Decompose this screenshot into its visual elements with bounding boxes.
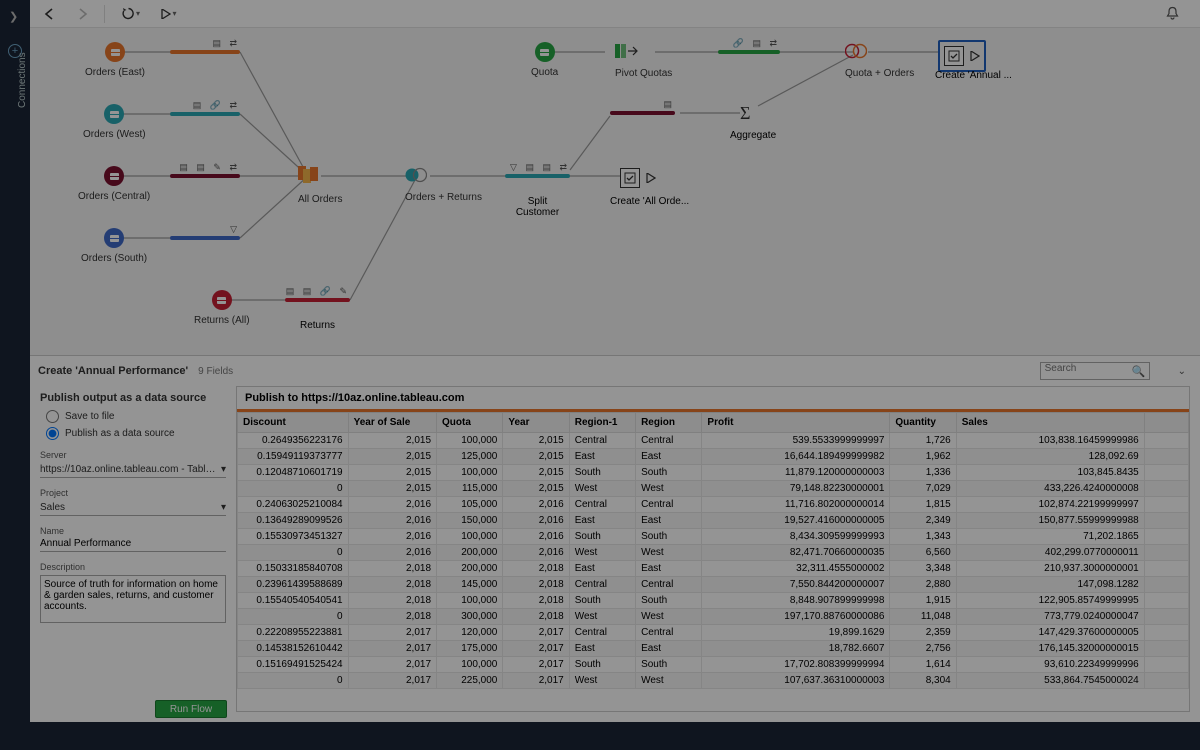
desc-label: Description	[40, 562, 226, 572]
pane-title: Create 'Annual Performance'	[38, 365, 188, 377]
step-east[interactable]: ▤ ⇄	[170, 50, 240, 54]
table-row[interactable]: 0.239614395886892,018145,0002,018Central…	[238, 577, 1189, 593]
output-icon	[944, 46, 964, 66]
step-quota-clean[interactable]: 🔗 ▤ ⇄	[718, 50, 780, 54]
name-label: Name	[40, 526, 226, 536]
search-icon: 🔍	[1132, 365, 1146, 378]
run-flow-button[interactable]: Run Flow	[155, 700, 227, 718]
col-header[interactable]: Year	[503, 413, 569, 433]
step-split-customer[interactable]: ▽ ▤ ▤ ⇄Split Customer	[505, 174, 570, 218]
output-icon	[620, 168, 640, 188]
play-icon[interactable]	[646, 173, 656, 183]
table-row[interactable]: 0.120487106017192,015100,0002,015SouthSo…	[238, 465, 1189, 481]
node-quota-orders[interactable]: Quota + Orders	[845, 43, 914, 79]
aggregate-icon[interactable]: Σ	[740, 103, 750, 124]
step-central[interactable]: ▤ ▤ ✎ ⇄	[170, 174, 240, 178]
refresh-button[interactable]: ▾	[119, 2, 143, 26]
collapse-pane-icon[interactable]: ⌄	[1178, 366, 1186, 377]
node-all-orders[interactable]: All Orders	[298, 166, 342, 205]
radio-publish[interactable]: Publish as a data source	[46, 427, 226, 440]
field-count: 9 Fields	[198, 366, 233, 377]
run-button[interactable]: ▾	[157, 2, 181, 26]
node-orders-west[interactable]: Orders (West)	[83, 104, 146, 140]
col-header[interactable]: Region-1	[569, 413, 635, 433]
table-row[interactable]: 0.136492890995262,016150,0002,016EastEas…	[238, 513, 1189, 529]
table-row[interactable]: 02,017225,0002,017WestWest107,637.363100…	[238, 673, 1189, 689]
preview-table[interactable]: DiscountYear of SaleQuotaYearRegion-1Reg…	[237, 412, 1189, 689]
search-box[interactable]: 🔍	[1040, 362, 1150, 380]
search-input[interactable]	[1045, 363, 1125, 374]
play-icon[interactable]	[970, 51, 980, 61]
col-header[interactable]: Profit	[702, 413, 890, 433]
table-row[interactable]: 0.151694915254242,017100,0002,017SouthSo…	[238, 657, 1189, 673]
table-row[interactable]: 0.159491193737772,015125,0002,015EastEas…	[238, 449, 1189, 465]
node-orders-south[interactable]: Orders (South)	[81, 228, 147, 264]
status-bar	[0, 722, 1200, 750]
output-create-all-orders[interactable]	[620, 168, 656, 188]
step-returns[interactable]: ▤ ▤ 🔗 ✎Returns	[285, 298, 350, 331]
table-row[interactable]: 0.150331858407082,018200,0002,018EastEas…	[238, 561, 1189, 577]
col-header[interactable]: Discount	[238, 413, 349, 433]
step-south[interactable]: ▽	[170, 236, 240, 240]
node-orders-returns[interactable]: Orders + Returns	[405, 167, 482, 203]
forward-button[interactable]	[70, 2, 94, 26]
table-row[interactable]: 0.240630252100842,016105,0002,016Central…	[238, 497, 1189, 513]
toolbar: ▾ ▾	[30, 0, 1200, 28]
back-button[interactable]	[38, 2, 62, 26]
expand-sidebar-icon[interactable]: ❯	[9, 10, 18, 23]
table-row[interactable]: 02,015115,0002,015WestWest79,148.8223000…	[238, 481, 1189, 497]
node-returns-all[interactable]: Returns (All)	[194, 290, 250, 326]
connections-sidebar: ❯ + Connections	[0, 0, 30, 722]
step-west[interactable]: ▤ 🔗 ⇄	[170, 112, 240, 116]
step-preagg[interactable]: ▤	[610, 111, 675, 115]
table-row[interactable]: 0.155309734513272,016100,0002,016SouthSo…	[238, 529, 1189, 545]
output-annual-label: Create 'Annual ...	[935, 70, 1012, 81]
table-row[interactable]: 0.155405405405412,018100,0002,018SouthSo…	[238, 593, 1189, 609]
col-header[interactable]: Quantity	[890, 413, 956, 433]
node-orders-east[interactable]: Orders (East)	[85, 42, 145, 78]
col-header[interactable]: Quota	[437, 413, 503, 433]
server-select[interactable]: https://10az.online.tableau.com - Tablea…	[40, 462, 226, 478]
project-select[interactable]: Sales▾	[40, 500, 226, 516]
publish-form: Publish output as a data source Save to …	[30, 386, 236, 722]
notifications-icon[interactable]	[1160, 2, 1184, 26]
col-header[interactable]: Region	[636, 413, 702, 433]
publish-destination: Publish to https://10az.online.tableau.c…	[237, 387, 1189, 409]
table-row[interactable]: 0.26493562231762,015100,0002,015CentralC…	[238, 433, 1189, 449]
connections-label: Connections	[17, 52, 28, 108]
node-quota[interactable]: Quota	[531, 42, 558, 78]
project-label: Project	[40, 488, 226, 498]
table-row[interactable]: 0.222089552238812,017120,0002,017Central…	[238, 625, 1189, 641]
col-header[interactable]: Year of Sale	[348, 413, 436, 433]
node-orders-central[interactable]: Orders (Central)	[78, 166, 150, 202]
server-label: Server	[40, 450, 226, 460]
name-input[interactable]	[40, 536, 226, 552]
desc-input[interactable]	[40, 575, 226, 623]
flow-canvas[interactable]: Orders (East) Orders (West) Orders (Cent…	[30, 28, 1200, 356]
aggregate-label: Aggregate	[730, 130, 776, 141]
output-create-annual[interactable]	[938, 40, 986, 72]
col-header[interactable]: Sales	[956, 413, 1144, 433]
table-row[interactable]: 0.145381526104422,017175,0002,017EastEas…	[238, 641, 1189, 657]
radio-save-file[interactable]: Save to file	[46, 410, 226, 423]
node-pivot-quotas[interactable]: Pivot Quotas	[615, 42, 672, 79]
output-all-orders-label: Create 'All Orde...	[610, 196, 689, 207]
table-row[interactable]: 02,016200,0002,016WestWest82,471.7066000…	[238, 545, 1189, 561]
publish-section-label: Publish output as a data source	[40, 392, 226, 404]
preview-panel: Publish to https://10az.online.tableau.c…	[236, 386, 1190, 712]
output-config-pane: Create 'Annual Performance' 9 Fields 🔍 ⌄…	[30, 356, 1200, 722]
table-row[interactable]: 02,018300,0002,018WestWest197,170.887600…	[238, 609, 1189, 625]
